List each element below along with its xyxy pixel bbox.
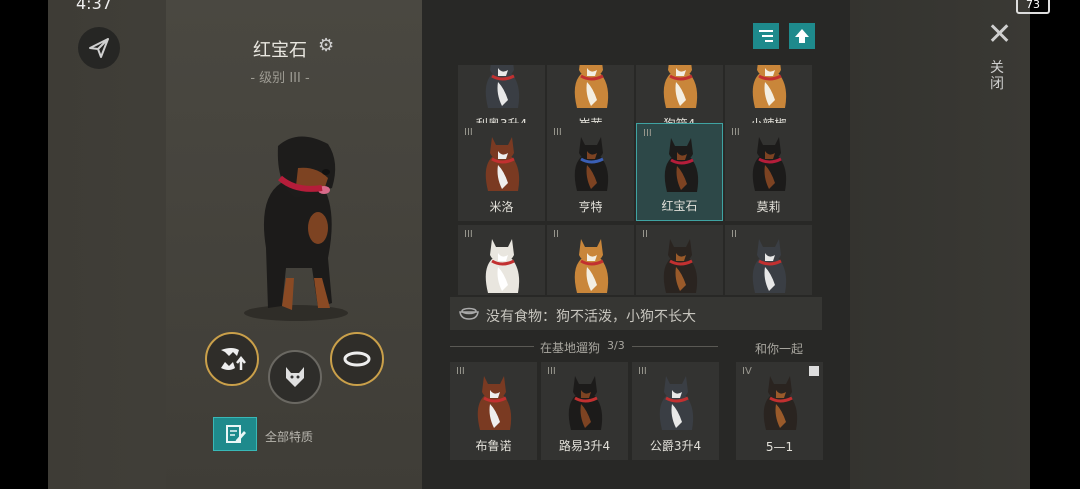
dog-level-badge: II (642, 229, 648, 240)
dog-level-badge: III (464, 127, 473, 138)
paper-plane-icon (89, 38, 109, 58)
dog-level-badge: IV (742, 366, 752, 377)
walk-dog-card[interactable]: III 公爵3升4 (632, 362, 719, 460)
dog-level-badge: III (456, 366, 465, 377)
walk-section-label: 在基地遛狗 (540, 341, 601, 355)
dog-card[interactable]: III 米洛 (458, 123, 545, 221)
dog-level-badge: II (731, 229, 737, 240)
dog-card[interactable]: II (547, 225, 634, 295)
sort-lines-icon (759, 30, 773, 42)
dog-grid: 利奥3升4崔茜狗箱4小辣椒III米洛III亨特III红宝石III莫莉IIIIII… (458, 65, 818, 295)
bag-icon (809, 366, 819, 376)
dog-card[interactable]: III (458, 225, 545, 295)
walk-divider-right (632, 346, 718, 347)
status-time: 4:37 (76, 0, 112, 13)
dog-card[interactable]: II (725, 225, 812, 295)
dog-icon (485, 65, 520, 108)
collar-button[interactable] (330, 332, 384, 386)
dog-level-badge: III (553, 127, 562, 138)
send-button[interactable] (78, 27, 120, 69)
dog-level: - 级别 III - (250, 71, 310, 86)
arrow-up-icon (795, 29, 809, 43)
walk-divider-left (450, 346, 534, 347)
dog-icon (664, 138, 699, 192)
dog-icon (574, 239, 609, 293)
dog-level-badge: III (643, 128, 652, 139)
walk-dog-card[interactable]: III 布鲁诺 (450, 362, 537, 460)
dog-level-badge: III (464, 229, 473, 240)
dog-icon (574, 137, 609, 191)
wolf-button[interactable] (268, 350, 322, 404)
dog-level-badge: II (553, 229, 559, 240)
dog-icon (477, 376, 512, 430)
dog-icon (752, 65, 787, 108)
dog-card[interactable]: III 亨特 (547, 123, 634, 221)
skills-upgrade-button[interactable] (205, 332, 259, 386)
dog-card[interactable]: III 莫莉 (725, 123, 812, 221)
dog-card-name: 莫莉 (756, 200, 781, 214)
dog-icon (763, 376, 798, 430)
dog-icon (485, 137, 520, 191)
dog-card[interactable]: III 红宝石 (636, 123, 723, 221)
dog-card-name: 米洛 (489, 200, 514, 214)
all-traits-button[interactable] (213, 417, 257, 451)
food-warning-text: 没有食物：狗不活泼，小狗不长大 (486, 309, 696, 325)
dog-icon (568, 376, 603, 430)
dog-level-badge: III (638, 366, 647, 377)
companion-dog-card[interactable]: IV 5—1 (736, 362, 823, 460)
dog-icon (663, 239, 698, 293)
dog-icon (752, 239, 787, 293)
dog-level-badge: III (731, 127, 740, 138)
sort-button[interactable] (753, 23, 779, 49)
food-bowl-icon (459, 307, 479, 320)
dog-icon (663, 65, 698, 108)
move-up-button[interactable] (789, 23, 815, 49)
dog-card-name: 布鲁诺 (475, 439, 512, 453)
with-you-label: 和你一起 (755, 342, 804, 356)
dog-card-name: 路易3升4 (558, 439, 611, 453)
dog-card-name: 亨特 (578, 200, 603, 214)
gear-icon[interactable]: ⚙ (318, 35, 334, 56)
dog-card-name: 5—1 (765, 440, 794, 454)
dog-card-name: 公爵3升4 (649, 439, 702, 453)
close-icon[interactable]: ✕ (987, 20, 1012, 50)
tooth-upgrade-icon (221, 348, 246, 370)
close-label[interactable]: 关闭 (990, 60, 1006, 92)
all-traits-label: 全部特质 (265, 430, 314, 444)
dog-portrait (244, 136, 348, 321)
dog-icon (752, 137, 787, 191)
wolf-head-icon (286, 367, 304, 387)
dog-icon (574, 65, 609, 108)
notepad-edit-icon (226, 425, 246, 443)
dog-card[interactable]: II (636, 225, 723, 295)
walk-dog-card[interactable]: III 路易3升4 (541, 362, 628, 460)
dog-level-badge: III (547, 366, 556, 377)
battery-indicator: 73 (1016, 0, 1050, 14)
collar-icon (343, 351, 371, 367)
walk-count: 3/3 (607, 339, 625, 352)
dog-icon (659, 376, 694, 430)
dog-icon (485, 239, 520, 293)
dog-card-name: 红宝石 (661, 199, 698, 213)
